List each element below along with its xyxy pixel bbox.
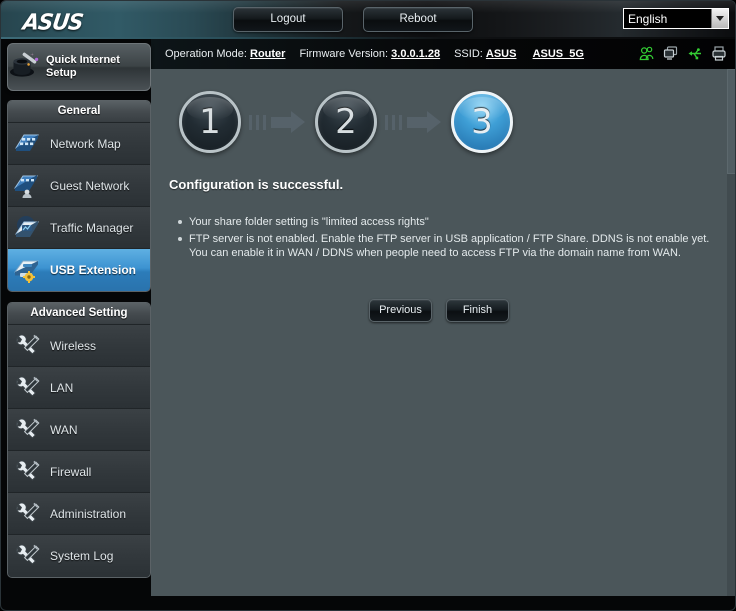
sidebar-item-label: Guest Network bbox=[50, 178, 130, 193]
chevron-down-icon bbox=[711, 9, 728, 28]
sidebar-group-advanced: Advanced Setting Wireless LAN WAN Firewa… bbox=[7, 302, 151, 578]
wizard-step-3[interactable]: 3 bbox=[451, 91, 513, 153]
list-item: FTP server is not enabled. Enable the FT… bbox=[175, 232, 723, 260]
status-icon-group bbox=[639, 45, 727, 62]
ssid-label: SSID: bbox=[454, 48, 483, 60]
network-map-icon bbox=[8, 131, 46, 157]
step-arrow-icon bbox=[249, 111, 307, 133]
sidebar-item-usb-extension[interactable]: USB Extension bbox=[8, 249, 150, 291]
scrollbar-thumb[interactable] bbox=[727, 69, 735, 174]
sidebar-item-guest-network[interactable]: Guest Network bbox=[8, 165, 150, 207]
tools-icon bbox=[8, 459, 46, 485]
sidebar-item-wireless[interactable]: Wireless bbox=[8, 325, 150, 367]
tools-icon bbox=[8, 501, 46, 527]
sidebar-item-label: Administration bbox=[50, 506, 127, 521]
magic-hat-icon bbox=[8, 50, 42, 85]
step-arrow-icon bbox=[385, 111, 443, 133]
wizard-step-indicator: 1 2 3 bbox=[179, 91, 513, 153]
main-content-panel: 1 2 3 Configuration is successful. Your … bbox=[151, 69, 735, 596]
logout-button[interactable]: Logout bbox=[233, 7, 343, 32]
usb-icon[interactable] bbox=[687, 45, 703, 62]
firmware-label: Firmware Version: bbox=[299, 48, 389, 60]
sidebar-item-traffic-manager[interactable]: Traffic Manager bbox=[8, 207, 150, 249]
sidebar-item-label: Traffic Manager bbox=[50, 220, 134, 235]
finish-button[interactable]: Finish bbox=[446, 299, 509, 322]
firmware-value[interactable]: 3.0.0.1.28 bbox=[391, 48, 440, 60]
sidebar-item-label: WAN bbox=[50, 422, 78, 437]
tools-icon bbox=[8, 543, 46, 569]
sidebar-item-administration[interactable]: Administration bbox=[8, 493, 150, 535]
previous-button[interactable]: Previous bbox=[369, 299, 432, 322]
top-bar: ASUS Logout Reboot English bbox=[1, 1, 735, 39]
sidebar-item-firewall[interactable]: Firewall bbox=[8, 451, 150, 493]
tools-icon bbox=[8, 333, 46, 359]
operation-mode-value[interactable]: Router bbox=[250, 48, 285, 60]
sidebar-item-lan[interactable]: LAN bbox=[8, 367, 150, 409]
sidebar-item-label: System Log bbox=[50, 549, 114, 563]
status-info-bar: Operation Mode: Router Firmware Version:… bbox=[151, 39, 735, 69]
sidebar-item-label: Firewall bbox=[50, 464, 92, 479]
ssid-5g-value[interactable]: ASUS_5G bbox=[533, 48, 584, 60]
sidebar-item-label: Wireless bbox=[50, 338, 97, 353]
language-select[interactable]: English bbox=[623, 8, 729, 29]
users-icon[interactable] bbox=[639, 45, 655, 62]
firmware-info: Firmware Version: 3.0.0.1.28 bbox=[299, 48, 440, 60]
sidebar-item-system-log[interactable]: System Log bbox=[8, 535, 150, 577]
operation-mode-label: Operation Mode: bbox=[165, 48, 247, 60]
sidebar-item-label: USB Extension bbox=[50, 263, 137, 277]
printer-icon[interactable] bbox=[711, 45, 727, 62]
sidebar-group-advanced-title: Advanced Setting bbox=[8, 303, 150, 325]
sidebar-item-network-map[interactable]: Network Map bbox=[8, 123, 150, 165]
sidebar-item-wan[interactable]: WAN bbox=[8, 409, 150, 451]
monitor-icon[interactable] bbox=[663, 45, 679, 62]
traffic-manager-icon bbox=[8, 215, 46, 241]
wizard-step-1[interactable]: 1 bbox=[179, 91, 241, 153]
tools-icon bbox=[8, 375, 46, 401]
tools-icon bbox=[8, 417, 46, 443]
asus-logo: ASUS bbox=[21, 9, 85, 35]
language-select-value: English bbox=[628, 11, 668, 26]
sidebar-item-label: LAN bbox=[50, 380, 74, 395]
page-title: Configuration is successful. bbox=[169, 177, 344, 192]
reboot-button[interactable]: Reboot bbox=[363, 7, 473, 32]
router-admin-window: ASUS Logout Reboot English Operation Mod… bbox=[0, 0, 736, 611]
info-bullet-list: Your share folder setting is "limited ac… bbox=[175, 215, 723, 263]
usb-extension-icon bbox=[8, 256, 46, 284]
content-scrollbar[interactable] bbox=[727, 69, 735, 596]
list-item: Your share folder setting is "limited ac… bbox=[175, 215, 723, 229]
guest-network-icon bbox=[8, 173, 46, 199]
sidebar-group-general: General Network Map Guest Network Traffi… bbox=[7, 100, 151, 292]
sidebar-item-quick-internet-setup[interactable]: Quick Internet Setup bbox=[7, 43, 151, 91]
quick-internet-setup-label: Quick Internet Setup bbox=[46, 54, 120, 79]
sidebar-group-general-title: General bbox=[8, 101, 150, 123]
wizard-actions: Previous Finish bbox=[151, 299, 727, 322]
ssid-24g-value[interactable]: ASUS bbox=[486, 48, 517, 60]
sidebar: Quick Internet Setup General Network Map… bbox=[7, 43, 151, 578]
wizard-content: 1 2 3 Configuration is successful. Your … bbox=[151, 69, 727, 596]
wizard-step-2[interactable]: 2 bbox=[315, 91, 377, 153]
sidebar-item-label: Network Map bbox=[50, 136, 121, 151]
operation-mode-info: Operation Mode: Router bbox=[165, 48, 285, 60]
ssid-info: SSID: ASUS ASUS_5G bbox=[454, 48, 584, 60]
